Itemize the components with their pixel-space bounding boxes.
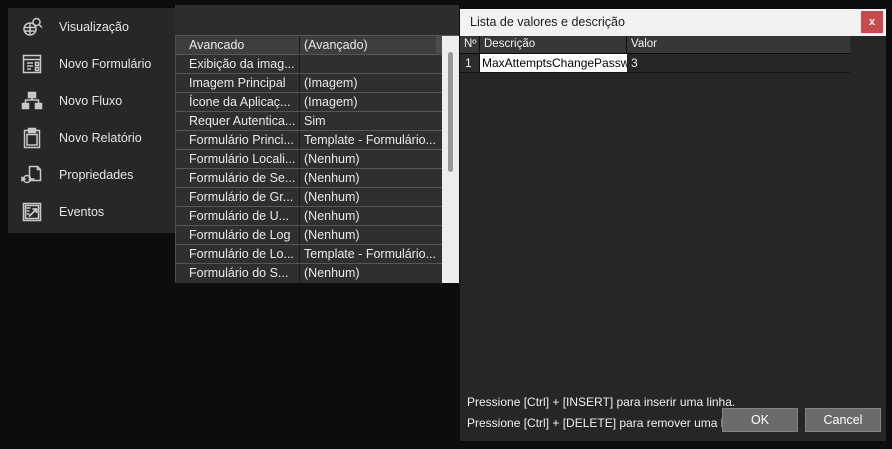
close-icon: x [868, 15, 876, 28]
cancel-button[interactable]: Cancel [805, 408, 881, 432]
column-header-descricao: Descrição [480, 36, 627, 53]
sidebar-item-label: Propriedades [59, 167, 134, 182]
dialog-hints: Pressione [Ctrl] + [INSERT] para inserir… [467, 392, 749, 434]
property-value: (Nenhum) [304, 152, 360, 166]
descricao-text: MaxAttemptsChangePasswo [482, 56, 627, 70]
property-value: Sim [304, 114, 326, 128]
property-row[interactable]: Ícone da Aplicaç... (Imagem) [176, 92, 459, 111]
property-name: Requer Autentica... [176, 112, 300, 130]
property-row[interactable]: Formulário do S... (Nenhum) [176, 263, 459, 282]
property-row[interactable]: Requer Autentica... Sim [176, 111, 459, 130]
sidebar-item-novo-fluxo[interactable]: Novo Fluxo [8, 82, 175, 119]
property-row[interactable]: Formulário de Lo... Template - Formulári… [176, 244, 459, 263]
form-icon [20, 52, 44, 76]
property-grid-header-strip [175, 5, 459, 35]
property-value: (Nenhum) [304, 209, 360, 223]
property-value: (Imagem) [304, 76, 358, 90]
property-value: (Nenhum) [304, 171, 360, 185]
property-row[interactable]: Formulário Locali... (Nenhum) [176, 149, 459, 168]
column-header-valor: Valor [631, 38, 657, 50]
property-name: Exibição da imag... [176, 55, 300, 73]
sidebar-item-novo-formulario[interactable]: Novo Formulário [8, 45, 175, 82]
property-value: (Nenhum) [304, 228, 360, 242]
sidebar-item-visualizacao[interactable]: Visualização [8, 8, 175, 45]
property-name: Formulário Locali... [176, 150, 300, 168]
table-header: Nº Descrição Valor [460, 36, 850, 54]
property-name: Formulário do S... [176, 264, 300, 282]
property-row[interactable]: Formulário de Se... (Nenhum) [176, 168, 459, 187]
property-row[interactable]: Formulário de U... (Nenhum) [176, 206, 459, 225]
sidebar-item-label: Novo Fluxo [59, 93, 123, 108]
property-name: Formulário de Se... [176, 169, 300, 187]
sidebar-item-label: Visualização [59, 19, 129, 34]
ok-button[interactable]: OK [722, 408, 798, 432]
property-name: Formulário de U... [176, 207, 300, 225]
property-value: (Imagem) [304, 95, 358, 109]
values-list-dialog: Lista de valores e descrição x Nº Descri… [460, 9, 886, 441]
sidebar-item-label: Eventos [59, 204, 105, 219]
property-name: Formulário de Log [176, 226, 300, 244]
property-row[interactable]: Exibição da imag... [176, 54, 459, 73]
property-row[interactable]: Formulário de Log (Nenhum) [176, 225, 459, 244]
property-value: (Avançado) [304, 38, 368, 52]
window-arrow-icon [20, 200, 44, 224]
property-value: (Nenhum) [304, 190, 360, 204]
property-name: Ícone da Aplicaç... [176, 93, 300, 111]
wrench-document-icon [20, 163, 44, 187]
property-value: Template - Formulário... [304, 133, 436, 147]
hint-insert: Pressione [Ctrl] + [INSERT] para inserir… [467, 395, 736, 409]
property-row[interactable]: Formulário Princi... Template - Formulár… [176, 130, 459, 149]
property-value: Template - Formulário... [304, 247, 436, 261]
clipboard-icon [20, 126, 44, 150]
property-name: Formulário de Gr... [176, 188, 300, 206]
close-button[interactable]: x [861, 11, 883, 33]
sidebar-menu: Visualização Novo Formulário Novo Fluxo [8, 8, 175, 233]
sidebar-item-novo-relatorio[interactable]: Novo Relatório [8, 119, 175, 156]
descricao-edit-cell[interactable]: MaxAttemptsChangePasswo [480, 54, 627, 72]
property-row-avancado[interactable]: Avancado (Avançado) ... [176, 35, 459, 54]
property-grid-rows: Avancado (Avançado) ... Exibição da imag… [175, 35, 459, 282]
property-name: Formulário Princi... [176, 131, 300, 149]
sidebar-item-propriedades[interactable]: Propriedades [8, 156, 175, 193]
sidebar-item-label: Novo Formulário [59, 56, 152, 71]
valor-cell[interactable]: 3 [627, 54, 850, 72]
property-value: (Nenhum) [304, 266, 360, 280]
property-grid: Avancado (Avançado) ... Exibição da imag… [175, 5, 459, 283]
property-row[interactable]: Formulário de Gr... (Nenhum) [176, 187, 459, 206]
flowchart-icon [20, 89, 44, 113]
property-value [300, 55, 459, 73]
property-name: Imagem Principal [176, 74, 300, 92]
property-name: Formulário de Lo... [176, 245, 300, 263]
dialog-titlebar: Lista de valores e descrição x [460, 9, 886, 36]
table-row: 1 MaxAttemptsChangePasswo 3 [460, 54, 850, 73]
scrollbar-thumb[interactable] [448, 52, 453, 172]
column-header-num: Nº [460, 36, 480, 53]
property-name: Avancado [176, 36, 300, 54]
row-number-cell[interactable]: 1 [460, 54, 480, 72]
property-row[interactable]: Imagem Principal (Imagem) [176, 73, 459, 92]
globe-magnifier-icon [20, 15, 44, 39]
sidebar-item-eventos[interactable]: Eventos [8, 193, 175, 230]
property-grid-scrollbar[interactable] [442, 36, 459, 283]
hint-delete: Pressione [Ctrl] + [DELETE] para remover… [467, 416, 750, 430]
sidebar-item-label: Novo Relatório [59, 130, 142, 145]
dialog-title: Lista de valores e descrição [470, 15, 625, 29]
